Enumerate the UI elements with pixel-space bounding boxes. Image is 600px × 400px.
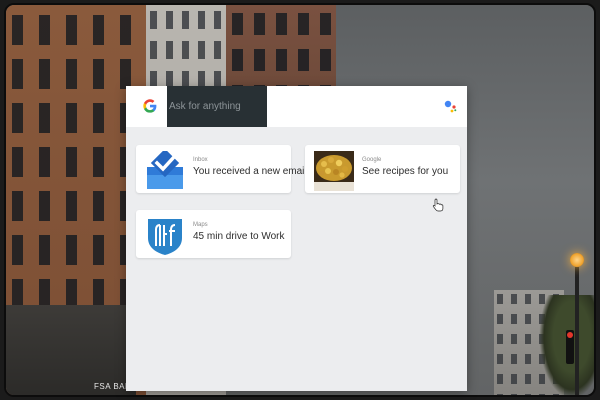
hand-pointer-icon [432,198,444,212]
recipe-food-image [314,151,354,191]
street-lamp [570,253,584,267]
search-placeholder: Ask for anything [169,101,241,112]
card-source: Google [362,157,382,163]
card-title: 45 min drive to Work [193,231,285,242]
inbox-card[interactable]: Inbox You received a new email [136,145,307,193]
search-input[interactable]: Ask for anything [167,86,267,127]
google-recipes-card[interactable]: Google See recipes for you [305,145,460,193]
maps-card[interactable]: Maps 45 min drive to Work [136,210,291,258]
maps-route-icon [148,219,182,255]
search-bar: Ask for anything [126,86,467,127]
assistant-panel: Ask for anything Inbox You received a ne… [126,86,467,391]
inbox-app-icon [147,151,183,189]
card-source: Inbox [193,157,208,163]
traffic-light [566,330,574,364]
card-source: Maps [193,222,208,228]
lamp-pole [575,267,579,395]
assistant-dots-icon[interactable] [443,99,457,113]
card-title: See recipes for you [362,166,449,177]
card-title: You received a new email [193,166,307,177]
google-g-icon[interactable] [142,98,158,114]
